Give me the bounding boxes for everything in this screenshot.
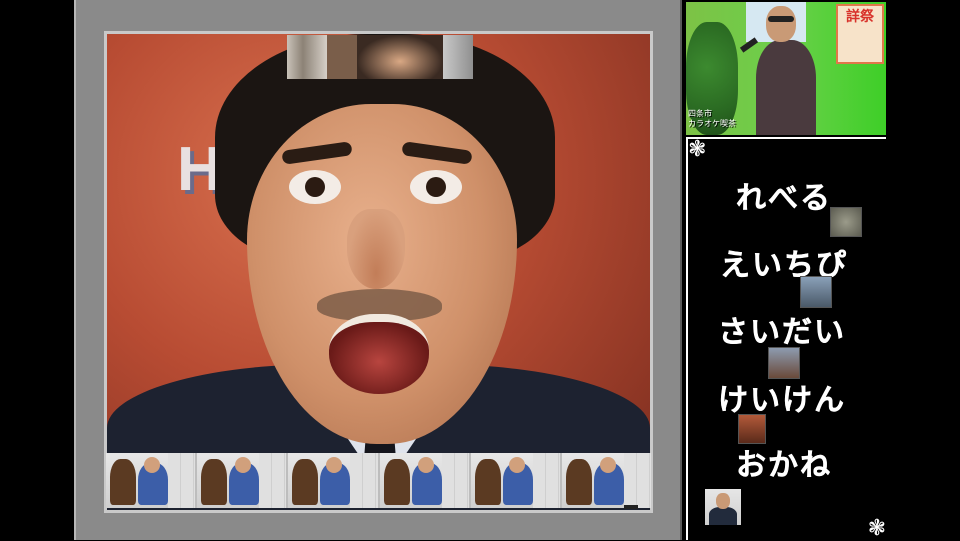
nose bbox=[347, 209, 405, 289]
avatar[interactable] bbox=[705, 489, 741, 525]
flourish-icon: ❃ bbox=[688, 137, 707, 162]
right-eye bbox=[410, 170, 462, 204]
open-mouth bbox=[329, 314, 429, 394]
singer bbox=[756, 40, 816, 135]
main-video-window[interactable]: H bbox=[104, 31, 653, 513]
filmstrip-frame[interactable] bbox=[288, 453, 378, 508]
filmstrip-frame[interactable] bbox=[106, 453, 196, 508]
filmstrip bbox=[106, 453, 652, 508]
filmstrip-frame[interactable] bbox=[470, 453, 560, 508]
word-level[interactable]: れべる bbox=[736, 173, 832, 217]
glasses bbox=[768, 16, 794, 22]
top-thumbnail-strip[interactable] bbox=[287, 35, 473, 79]
word-experience[interactable]: けいけん bbox=[718, 375, 846, 419]
word-money[interactable]: おかね bbox=[736, 440, 832, 484]
filmstrip-marker bbox=[624, 505, 638, 509]
singer-head bbox=[766, 6, 796, 42]
poster: 詳祭 bbox=[836, 4, 884, 64]
word-thumbnail[interactable] bbox=[800, 276, 832, 308]
main-video: H bbox=[107, 34, 650, 510]
status-word-panel: ❃ れべる えいちぴ さいだい けいけん おかね ❃ bbox=[686, 137, 886, 540]
filmstrip-frame[interactable] bbox=[561, 453, 652, 508]
filmstrip-frame[interactable] bbox=[197, 453, 287, 508]
left-eye bbox=[289, 170, 341, 204]
webcam-caption-line1: 四条市 bbox=[688, 109, 712, 118]
word-thumbnail[interactable] bbox=[830, 207, 862, 237]
poster-text: 詳祭 bbox=[846, 9, 874, 25]
microphone-icon bbox=[739, 37, 759, 53]
webcam-feed[interactable]: 詳祭 四条市 カラオケ喫茶 bbox=[686, 2, 886, 135]
webcam-caption-line2: カラオケ喫茶 bbox=[688, 119, 736, 128]
flourish-icon: ❃ bbox=[867, 516, 886, 541]
webcam-caption: 四条市 カラオケ喫茶 bbox=[688, 109, 736, 129]
word-max[interactable]: さいだい bbox=[718, 307, 846, 351]
filmstrip-frame[interactable] bbox=[379, 453, 469, 508]
